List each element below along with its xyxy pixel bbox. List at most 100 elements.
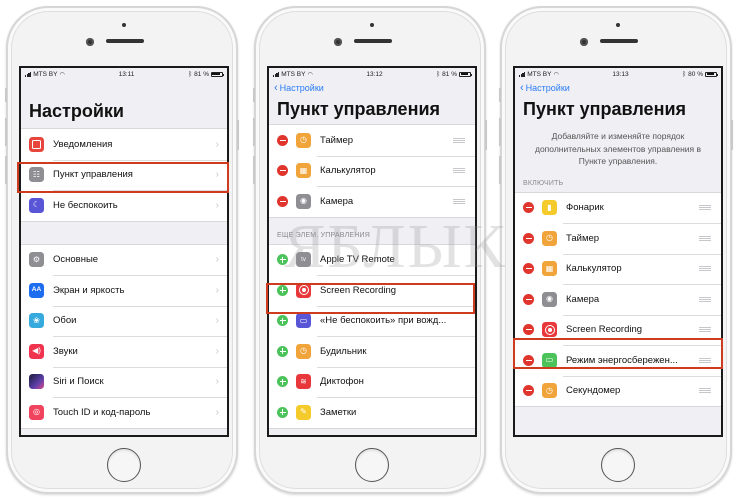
proximity-sensor — [122, 23, 126, 27]
back-button[interactable]: ‹ Настройки — [269, 80, 475, 96]
add-button[interactable] — [277, 284, 288, 296]
settings-item-wallpaper[interactable]: ❀ Обои › — [21, 305, 227, 336]
control-label: Калькулятор — [320, 165, 376, 177]
more-control-voice-memos: ≋ Диктофон — [269, 366, 475, 397]
page-title: Пункт управления — [277, 99, 441, 119]
remove-button[interactable] — [523, 324, 534, 336]
reorder-handle[interactable] — [699, 327, 711, 333]
more-control-apple-tv-remote: tv Apple TV Remote — [269, 244, 475, 275]
reorder-handle[interactable] — [453, 168, 465, 174]
page-title: Настройки — [29, 101, 124, 121]
back-button[interactable]: ‹ Настройки — [515, 80, 721, 96]
remove-button[interactable] — [523, 263, 534, 275]
voice-memos-icon: ≋ — [296, 374, 311, 390]
home-button[interactable] — [107, 448, 141, 482]
settings-item-control-center[interactable]: ☷ Пункт управления › — [21, 159, 227, 190]
iphone-frame-control-center-more: MTS BY ◠ 13:12 ᛒ 81 % ‹ Настройки Пункт … — [253, 6, 487, 494]
carrier-name: MTS BY — [281, 70, 306, 78]
included-controls-list: ▮ Фонарик ◷ Таймер ▦ Калькулятор ◉ Камер… — [515, 191, 721, 407]
settings-item-label: Обои — [53, 315, 77, 327]
earpiece-speaker — [600, 39, 638, 43]
display-brightness-icon: AA — [29, 282, 44, 298]
settings-item-general[interactable]: ⚙ Основные › — [21, 244, 227, 275]
volume-up-button — [5, 118, 7, 146]
earpiece-speaker — [106, 39, 144, 43]
control-label: Камера — [320, 195, 354, 207]
settings-item-siri[interactable]: Siri и Поиск › — [21, 366, 227, 397]
remove-button[interactable] — [523, 202, 534, 214]
iphone-frame-settings: MTS BY ◠ 13:11 ᛒ 81 % Настройки Уведомле… — [5, 6, 239, 494]
included-control-calculator: ▦ Калькулятор — [269, 155, 475, 186]
remove-button[interactable] — [523, 385, 534, 397]
control-label: «Не беспокоить» при вожд... — [320, 315, 447, 327]
settings-screen: MTS BY ◠ 13:11 ᛒ 81 % Настройки Уведомле… — [19, 66, 229, 437]
settings-item-display[interactable]: AA Экран и яркость › — [21, 275, 227, 306]
wifi-icon: ◠ — [59, 71, 65, 78]
reorder-handle[interactable] — [699, 296, 711, 302]
add-button[interactable] — [277, 254, 288, 266]
settings-item-label: Не беспокоить — [53, 199, 118, 211]
timer-icon: ◷ — [296, 132, 311, 148]
settings-group-1: Уведомления › ☷ Пункт управления › ☾ Не … — [21, 128, 227, 222]
chevron-right-icon: › — [215, 345, 219, 357]
camera-icon: ◉ — [296, 193, 311, 209]
battery-icon — [210, 71, 224, 77]
chevron-right-icon: › — [215, 199, 219, 211]
chevron-right-icon: › — [215, 254, 219, 266]
more-control-alarm: ◷ Будильник — [269, 336, 475, 367]
volume-up-button — [499, 118, 501, 146]
reorder-handle[interactable] — [699, 357, 711, 363]
timer-icon: ◷ — [542, 230, 557, 246]
settings-item-label: Звуки — [53, 345, 78, 357]
front-camera-icon — [580, 38, 588, 46]
status-bar: MTS BY ◠ 13:13 ᛒ 80 % — [515, 68, 721, 80]
chevron-right-icon: › — [215, 315, 219, 327]
reorder-handle[interactable] — [699, 205, 711, 211]
add-button[interactable] — [277, 376, 288, 388]
add-button[interactable] — [277, 315, 288, 327]
add-button[interactable] — [277, 406, 288, 418]
home-button[interactable] — [355, 448, 389, 482]
reorder-handle[interactable] — [453, 137, 465, 143]
add-button[interactable] — [277, 345, 288, 357]
reorder-handle[interactable] — [699, 235, 711, 241]
clock: 13:12 — [366, 70, 383, 78]
description-text: Добавляйте и изменяйте порядок дополните… — [534, 131, 702, 166]
calculator-icon: ▦ — [296, 163, 311, 179]
settings-item-notifications[interactable]: Уведомления › — [21, 129, 227, 160]
power-button — [237, 120, 239, 150]
battery-percent: 81 % — [194, 70, 209, 78]
control-label: Секундомер — [566, 385, 621, 397]
siri-icon — [29, 374, 44, 390]
alarm-clock-icon: ◷ — [296, 343, 311, 359]
clock: 13:11 — [118, 70, 135, 78]
general-gear-icon: ⚙ — [29, 252, 44, 268]
reorder-handle[interactable] — [699, 266, 711, 272]
reorder-handle[interactable] — [453, 198, 465, 204]
control-label: Диктофон — [320, 376, 364, 388]
chevron-right-icon: › — [215, 406, 219, 418]
battery-percent: 80 % — [688, 70, 703, 78]
remove-button[interactable] — [523, 232, 534, 244]
control-label: Screen Recording — [320, 284, 397, 296]
control-label: Таймер — [566, 232, 600, 244]
remove-button[interactable] — [523, 293, 534, 305]
settings-item-touch-id[interactable]: ◎ Touch ID и код-пароль › — [21, 397, 227, 428]
included-control-camera: ◉ Камера — [269, 186, 475, 217]
settings-item-do-not-disturb[interactable]: ☾ Не беспокоить › — [21, 190, 227, 221]
included-control-timer: ◷ Таймер — [269, 125, 475, 156]
chevron-right-icon: › — [215, 169, 219, 181]
more-controls-header: ЕЩЕ ЭЛЕМ. УПРАВЛЕНИЯ — [277, 231, 370, 239]
reorder-handle[interactable] — [699, 388, 711, 394]
volume-down-button — [5, 156, 7, 184]
included-control-flashlight: ▮ Фонарик — [515, 192, 721, 223]
home-button[interactable] — [601, 448, 635, 482]
remove-button[interactable] — [277, 165, 288, 177]
wifi-icon: ◠ — [553, 71, 559, 78]
remove-button[interactable] — [277, 134, 288, 146]
apple-tv-icon: tv — [296, 252, 311, 268]
remove-button[interactable] — [277, 195, 288, 207]
remove-button[interactable] — [523, 354, 534, 366]
settings-item-sounds[interactable]: ◀) Звуки › — [21, 336, 227, 367]
carrier-name: MTS BY — [33, 70, 58, 78]
